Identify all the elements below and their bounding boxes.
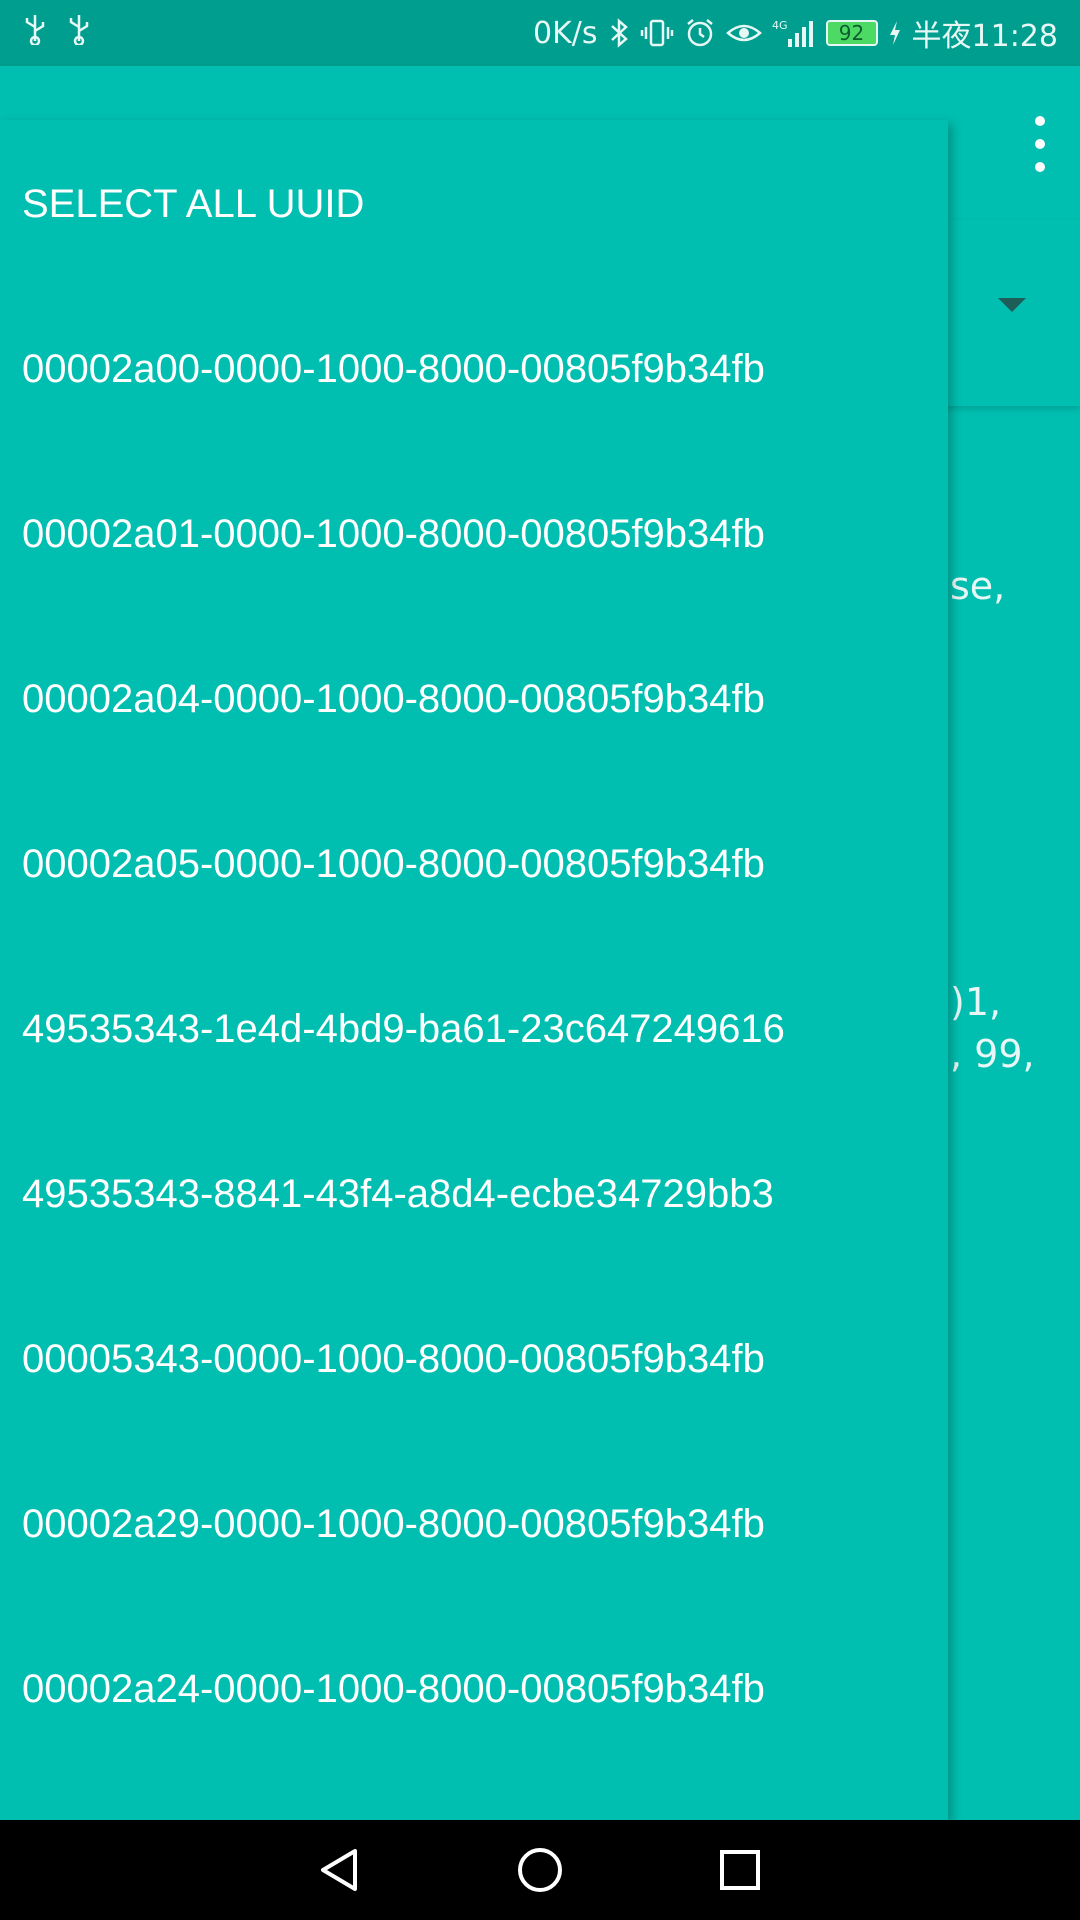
menu-item-uuid[interactable]: 00002a05-0000-1000-8000-00805f9b34fb (22, 842, 765, 887)
recents-icon[interactable] (715, 1845, 765, 1895)
battery-icon: 92 (825, 20, 878, 46)
menu-item-uuid[interactable]: 49535343-8841-43f4-a8d4-ecbe34729bb3 (22, 1172, 774, 1217)
usb-icon (22, 13, 48, 53)
background-text: se, (950, 564, 1006, 608)
status-right: 0K/s 4G 92 半夜11:28 (533, 11, 1058, 55)
menu-item-uuid[interactable]: 00002a24-0000-1000-8000-00805f9b34fb (22, 1667, 765, 1712)
alarm-icon (684, 17, 716, 49)
charging-icon (888, 19, 902, 47)
menu-item-select-all[interactable]: SELECT ALL UUID (22, 182, 364, 227)
net-speed: 0K/s (533, 15, 598, 51)
uuid-popup-menu: SELECT ALL UUID 00002a00-0000-1000-8000-… (0, 120, 948, 1820)
navigation-bar (0, 1820, 1080, 1920)
menu-item-uuid[interactable]: 49535343-1e4d-4bd9-ba61-23c647249616 (22, 1007, 785, 1052)
menu-item-uuid[interactable]: 00002a00-0000-1000-8000-00805f9b34fb (22, 347, 765, 392)
menu-item-uuid[interactable]: 00005343-0000-1000-8000-00805f9b34fb (22, 1337, 765, 1382)
signal-4g-icon: 4G (772, 17, 816, 49)
svg-text:4G: 4G (772, 19, 788, 32)
back-icon[interactable] (315, 1845, 365, 1895)
more-vert-icon[interactable] (1022, 116, 1058, 172)
home-icon[interactable] (515, 1845, 565, 1895)
menu-item-uuid[interactable]: 00002a29-0000-1000-8000-00805f9b34fb (22, 1502, 765, 1547)
status-bar: 0K/s 4G 92 半夜11:28 (0, 0, 1080, 66)
vibrate-icon (640, 17, 674, 49)
usb-icon (66, 13, 92, 53)
status-left (22, 13, 92, 53)
background-text: , 99, (950, 1032, 1035, 1076)
clock: 半夜11:28 (911, 19, 1058, 54)
menu-item-uuid[interactable]: 00002a01-0000-1000-8000-00805f9b34fb (22, 512, 765, 557)
dropdown-arrow-icon (998, 298, 1026, 312)
eye-icon (725, 17, 762, 49)
menu-item-uuid[interactable]: 00002a04-0000-1000-8000-00805f9b34fb (22, 677, 765, 722)
background-text: )1, (950, 980, 1002, 1024)
bluetooth-icon (608, 17, 630, 49)
